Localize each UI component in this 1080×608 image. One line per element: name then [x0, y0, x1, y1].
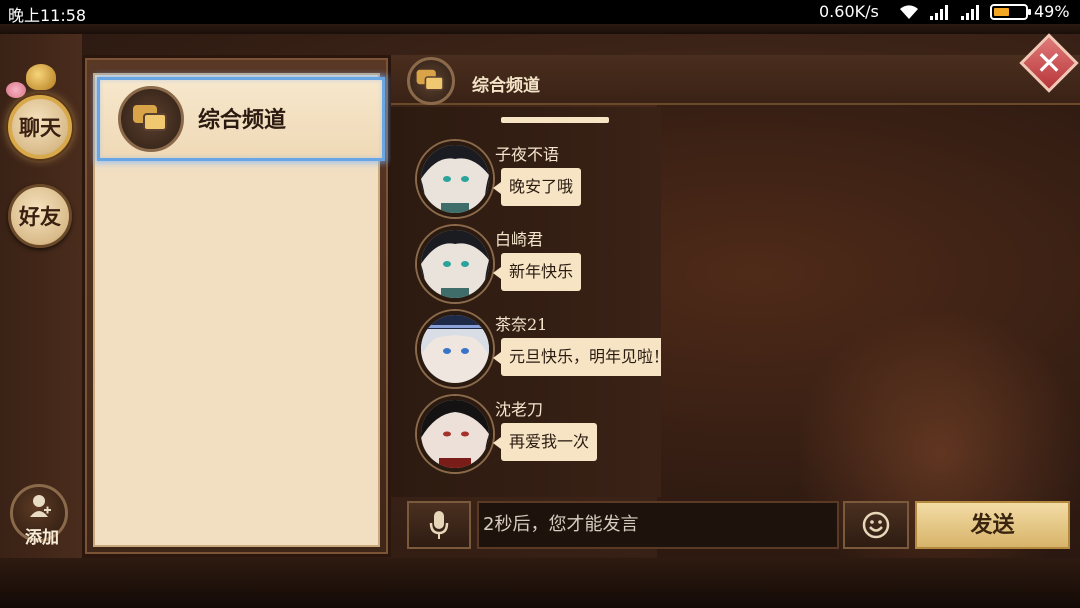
network-speed: 0.60K/s [819, 2, 879, 21]
speech-bubble-icon [133, 105, 169, 133]
user-avatar[interactable] [417, 396, 493, 472]
tab-chat[interactable]: 聊天 [8, 95, 72, 159]
channel-list: 综合频道 [93, 73, 385, 547]
channel-item-general[interactable]: 综合频道 [97, 77, 385, 161]
add-label: 添加 [25, 528, 59, 548]
wifi-icon [900, 5, 918, 20]
message-bubble: 新年快乐 [492, 253, 582, 291]
status-time: 晚上11:58 [8, 6, 87, 25]
user-avatar[interactable] [417, 311, 493, 387]
close-icon: ✕ [1035, 44, 1063, 82]
tab-friends[interactable]: 好友 [8, 184, 72, 248]
message-sender: 茶奈21 [495, 315, 548, 334]
add-friend-button[interactable]: 添加 [10, 484, 68, 548]
message-item: 白崎君 新年快乐 [417, 226, 661, 306]
channel-list-panel: 综合频道 [82, 55, 391, 557]
voice-input-button[interactable] [407, 501, 471, 549]
message-bubble: 元旦快乐，明年见啦！ [492, 338, 661, 376]
microphone-icon [429, 511, 449, 539]
emoji-button[interactable] [843, 501, 909, 549]
background-bottom-menu [0, 558, 1080, 608]
signal-icon [930, 5, 948, 20]
message-item: 茶奈21 元旦快乐，明年见啦！ [417, 311, 661, 391]
channel-label: 综合频道 [198, 107, 287, 133]
speech-bubble-icon [416, 69, 446, 92]
close-button[interactable]: ✕ [1019, 33, 1080, 94]
message-list[interactable]: 子夜不语 晚安了哦 白崎君 新年快乐 茶奈21 元旦快乐，明年见啦！ 沈老刀 再… [391, 107, 661, 497]
background-top-strip [0, 24, 1080, 34]
user-avatar[interactable] [417, 141, 493, 217]
battery-icon [990, 4, 1031, 20]
chat-title: 综合频道 [472, 76, 540, 96]
user-avatar[interactable] [417, 226, 493, 302]
smiley-icon [862, 511, 890, 539]
message-bubble: 再爱我一次 [492, 423, 598, 461]
signal-icon-2 [961, 5, 979, 20]
battery-percent: 49% [1034, 2, 1070, 21]
message-sender: 子夜不语 [495, 145, 560, 164]
battery-fill [994, 8, 1009, 16]
message-sender: 沈老刀 [495, 400, 544, 419]
chat-header: 综合频道 [391, 55, 1080, 105]
channel-header-icon [407, 57, 455, 105]
message-item: 子夜不语 晚安了哦 [417, 141, 661, 221]
message-input[interactable]: 2秒后，您才能发言 [477, 501, 839, 549]
status-bar: 晚上11:58 0.60K/s 49% [0, 0, 1080, 25]
send-button[interactable]: 发送 [915, 501, 1070, 549]
message-sender: 白崎君 [495, 230, 544, 249]
flower-decoration-icon [6, 82, 26, 98]
add-person-icon [30, 495, 51, 517]
message-item: 沈老刀 再爱我一次 [417, 396, 661, 476]
channel-icon [118, 86, 184, 152]
message-bubble: 晚安了哦 [492, 168, 582, 206]
previous-message-bubble [501, 117, 609, 123]
bell-decoration-icon [26, 64, 56, 90]
